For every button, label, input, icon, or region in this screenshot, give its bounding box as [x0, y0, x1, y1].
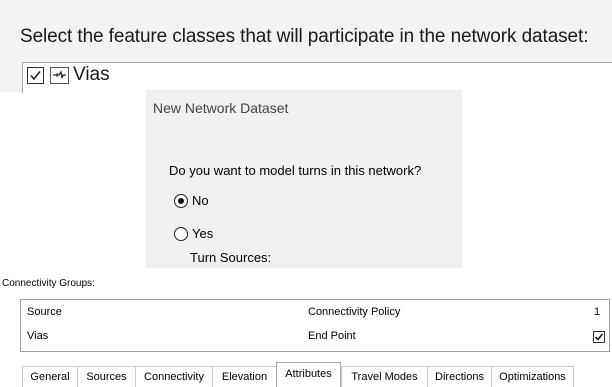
tab-sources[interactable]: Sources: [77, 366, 135, 387]
tab-directions[interactable]: Directions: [427, 366, 491, 387]
tab-travel-modes[interactable]: Travel Modes: [341, 366, 427, 387]
checkmark-icon: [30, 71, 41, 81]
no-radio-button[interactable]: [174, 194, 188, 208]
column-header-policy[interactable]: Connectivity Policy: [308, 306, 400, 318]
row-source-cell: Vias: [27, 330, 49, 342]
column-header-group-1[interactable]: 1: [594, 306, 600, 318]
turn-sources-label: Turn Sources:: [190, 250, 272, 265]
feature-class-name[interactable]: Vias: [73, 64, 110, 86]
yes-option-label[interactable]: Yes: [192, 226, 213, 241]
feature-class-prompt: Select the feature classes that will par…: [20, 26, 589, 47]
column-header-source[interactable]: Source: [27, 306, 62, 318]
tab-elevation[interactable]: Elevation: [212, 366, 276, 387]
group-1-checkbox[interactable]: [593, 331, 605, 343]
polyline-feature-class-icon: [50, 67, 69, 84]
yes-radio-button[interactable]: [174, 227, 188, 241]
vias-checkbox[interactable]: [27, 67, 44, 84]
no-option-label[interactable]: No: [192, 193, 209, 208]
tab-general[interactable]: General: [22, 366, 77, 387]
properties-tab-strip: General Sources Connectivity Elevation A…: [22, 362, 612, 387]
tab-attributes[interactable]: Attributes: [276, 362, 341, 387]
connectivity-grid: Source Connectivity Policy 1 Vias End Po…: [20, 299, 610, 352]
dialog-title: New Network Dataset: [153, 100, 289, 116]
new-network-dataset-dialog: New Network Dataset Do you want to model…: [146, 90, 462, 268]
radio-selected-dot: [178, 198, 184, 204]
checkmark-icon: [594, 333, 604, 341]
feature-class-panel: Select the feature classes that will par…: [0, 0, 612, 93]
tab-optimizations[interactable]: Optimizations: [491, 366, 574, 387]
row-policy-cell[interactable]: End Point: [308, 330, 356, 342]
tab-connectivity[interactable]: Connectivity: [135, 366, 212, 387]
turns-question: Do you want to model turns in this netwo…: [169, 163, 422, 178]
feature-class-list[interactable]: Vias: [22, 62, 612, 93]
connectivity-groups-label: Connectivity Groups:: [2, 278, 95, 289]
